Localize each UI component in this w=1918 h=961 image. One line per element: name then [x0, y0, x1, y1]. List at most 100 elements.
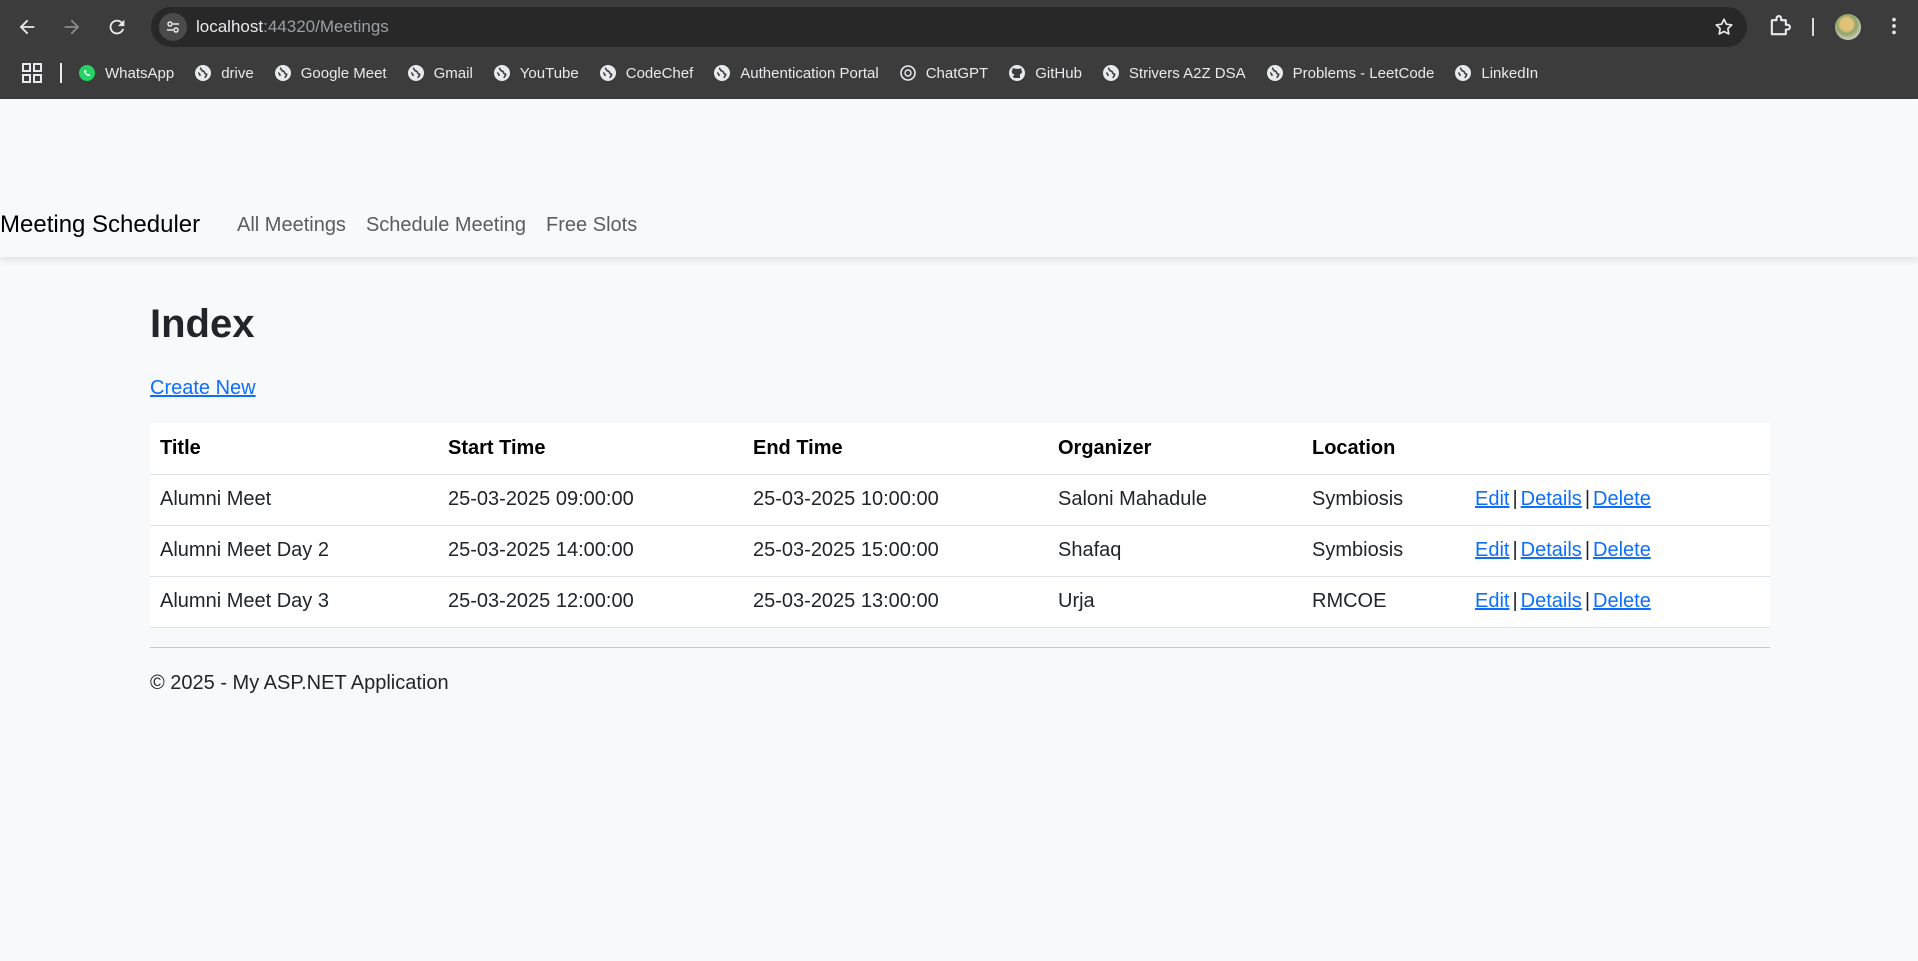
chatgpt-icon — [899, 64, 917, 82]
bookmark-label: Strivers A2Z DSA — [1128, 64, 1246, 82]
cell-start-time: 25-03-2025 12:00:00 — [438, 576, 743, 628]
column-header-end-time: End Time — [743, 423, 1048, 475]
nav-link-free-slots[interactable]: Free Slots — [546, 212, 637, 238]
forward-button[interactable] — [56, 11, 88, 43]
bookmark-label: WhatsApp — [105, 64, 175, 82]
globe-icon — [713, 64, 731, 82]
column-header-location: Location — [1302, 423, 1465, 475]
table-row: Alumni Meet Day 3 25-03-2025 12:00:00 25-0… — [150, 576, 1770, 628]
whatsapp-icon — [78, 64, 96, 82]
back-button[interactable] — [11, 11, 43, 43]
bookmark-problems-leetcode[interactable]: Problems - LeetCode — [1266, 58, 1435, 88]
delete-link[interactable]: Delete — [1593, 488, 1651, 510]
bookmarks-bar: WhatsApp drive Google Meet Gmail YouTube Code… — [0, 58, 1918, 88]
apps-grid-icon[interactable] — [20, 61, 44, 85]
page-title: Index — [150, 302, 255, 346]
footer-text: © 2025 - My ASP.NET Application — [150, 672, 449, 694]
bookmark-label: Google Meet — [300, 64, 387, 82]
url-text[interactable]: localhost:44320/Meetings — [196, 17, 389, 37]
bookmark-linkedin[interactable]: LinkedIn — [1454, 58, 1538, 88]
nav-link-schedule-meeting[interactable]: Schedule Meeting — [366, 212, 526, 238]
bookmark-label: drive — [221, 64, 254, 82]
bookmark-strivers-a2z-dsa[interactable]: Strivers A2Z DSA — [1102, 58, 1246, 88]
cell-title: Alumni Meet Day 2 — [150, 525, 438, 577]
edit-link[interactable]: Edit — [1475, 590, 1509, 612]
meetings-table-body: Alumni Meet 25-03-2025 09:00:00 25-03-2025… — [150, 474, 1770, 628]
details-link[interactable]: Details — [1521, 590, 1582, 612]
table-row: Alumni Meet 25-03-2025 09:00:00 25-03-2025… — [150, 474, 1770, 526]
tune-icon — [167, 21, 179, 33]
action-separator: | — [1512, 488, 1518, 510]
footer-divider — [150, 647, 1770, 648]
bookmark-codechef[interactable]: CodeChef — [599, 58, 694, 88]
cell-title: Alumni Meet — [150, 474, 438, 526]
bookmark-label: LinkedIn — [1481, 64, 1539, 82]
site-info-button[interactable] — [159, 13, 187, 41]
edit-link[interactable]: Edit — [1475, 488, 1509, 510]
details-link[interactable]: Details — [1521, 539, 1582, 561]
globe-icon — [1454, 64, 1472, 82]
bookmark-star-icon[interactable] — [1713, 16, 1735, 38]
url-path: :44320/Meetings — [263, 17, 389, 36]
column-header-start-time: Start Time — [438, 423, 743, 475]
cell-organizer: Urja — [1048, 576, 1302, 628]
globe-icon — [493, 64, 511, 82]
bookmark-label: Problems - LeetCode — [1292, 64, 1435, 82]
url-host: localhost — [196, 17, 264, 36]
bookmark-google-meet[interactable]: Google Meet — [274, 58, 387, 88]
reload-button[interactable] — [101, 11, 133, 43]
cell-end-time: 25-03-2025 10:00:00 — [743, 474, 1048, 526]
cell-start-time: 25-03-2025 14:00:00 — [438, 525, 743, 577]
cell-actions: Edit | Details | Delete — [1465, 474, 1770, 526]
column-header-title: Title — [150, 423, 438, 475]
details-link[interactable]: Details — [1521, 488, 1582, 510]
bookmark-list: WhatsApp drive Google Meet Gmail YouTube Code… — [78, 58, 1558, 88]
cell-start-time: 25-03-2025 09:00:00 — [438, 474, 743, 526]
bookmark-chatgpt[interactable]: ChatGPT — [899, 58, 989, 88]
arrow-right-icon — [64, 19, 80, 35]
bookmark-github[interactable]: GitHub — [1008, 58, 1082, 88]
address-bar[interactable]: localhost:44320/Meetings — [151, 7, 1747, 47]
bookmark-gmail[interactable]: Gmail — [407, 58, 473, 88]
cell-location: RMCOE — [1302, 576, 1465, 628]
browser-chrome: localhost:44320/Meetings WhatsApp drive Go… — [0, 0, 1918, 99]
bookmark-label: GitHub — [1035, 64, 1082, 82]
globe-icon — [407, 64, 425, 82]
cell-location: Symbiosis — [1302, 474, 1465, 526]
cell-organizer: Shafaq — [1048, 525, 1302, 577]
profile-avatar[interactable] — [1835, 14, 1861, 40]
action-separator: | — [1584, 590, 1591, 612]
action-separator: | — [1512, 590, 1518, 612]
action-separator: | — [1584, 488, 1591, 510]
cell-actions: Edit | Details | Delete — [1465, 525, 1770, 577]
create-new-link[interactable]: Create New — [150, 377, 256, 400]
more-vertical-icon — [1892, 17, 1896, 35]
globe-icon — [194, 64, 212, 82]
github-icon — [1008, 64, 1026, 82]
nav-link-all-meetings[interactable]: All Meetings — [237, 212, 346, 238]
column-header-actions — [1465, 423, 1770, 475]
cell-organizer: Saloni Mahadule — [1048, 474, 1302, 526]
extensions-puzzle-icon[interactable] — [1766, 12, 1794, 40]
cell-end-time: 25-03-2025 15:00:00 — [743, 525, 1048, 577]
bookmark-label: CodeChef — [625, 64, 694, 82]
action-separator: | — [1584, 539, 1591, 561]
browser-menu-button[interactable] — [1880, 12, 1908, 40]
action-separator: | — [1512, 539, 1518, 561]
delete-link[interactable]: Delete — [1593, 539, 1651, 561]
edit-link[interactable]: Edit — [1475, 539, 1509, 561]
bookmark-drive[interactable]: drive — [194, 58, 254, 88]
bookmark-whatsapp[interactable]: WhatsApp — [78, 58, 174, 88]
cell-end-time: 25-03-2025 13:00:00 — [743, 576, 1048, 628]
bookmark-youtube[interactable]: YouTube — [493, 58, 579, 88]
nav-links: All Meetings Schedule Meeting Free Slots — [237, 212, 657, 238]
main-content: Index Create New Title Start Time End Ti… — [150, 300, 1770, 694]
column-header-organizer: Organizer — [1048, 423, 1302, 475]
bookmark-authentication-portal[interactable]: Authentication Portal — [713, 58, 879, 88]
cell-title: Alumni Meet Day 3 — [150, 576, 438, 628]
delete-link[interactable]: Delete — [1593, 590, 1651, 612]
brand-link[interactable]: Meeting Scheduler — [0, 210, 200, 240]
globe-icon — [1102, 64, 1120, 82]
bookmark-label: Authentication Portal — [740, 64, 879, 82]
bookmark-label: ChatGPT — [925, 64, 989, 82]
